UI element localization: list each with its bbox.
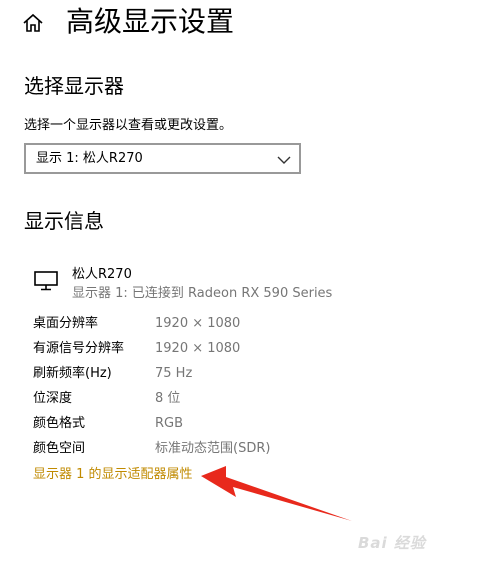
info-row-refresh-rate: 刷新频率(Hz) 75 Hz (33, 364, 453, 384)
info-label: 颜色空间 (33, 441, 86, 456)
display-select-value: 显示 1: 松人R270 (36, 151, 143, 166)
info-row-color-format: 颜色格式 RGB (33, 414, 453, 434)
info-value: RGB (155, 416, 184, 431)
page-title: 高级显示设置 (66, 5, 235, 38)
info-row-color-space: 颜色空间 标准动态范围(SDR) (33, 439, 453, 459)
display-info-heading: 显示信息 (24, 209, 104, 233)
watermark: Bai 经验 (358, 534, 426, 552)
info-label: 有源信号分辨率 (33, 341, 125, 356)
info-value: 标准动态范围(SDR) (155, 441, 271, 456)
info-label: 颜色格式 (33, 416, 86, 431)
info-row-active-signal-resolution: 有源信号分辨率 1920 × 1080 (33, 339, 453, 359)
info-value: 1920 × 1080 (155, 341, 241, 356)
info-value: 1920 × 1080 (155, 316, 241, 331)
monitor-connection: 显示器 1: 已连接到 Radeon RX 590 Series (72, 286, 333, 301)
info-value: 75 Hz (155, 366, 193, 381)
select-display-heading: 选择显示器 (24, 74, 124, 98)
info-label: 刷新频率(Hz) (33, 366, 112, 381)
info-label: 桌面分辨率 (33, 316, 99, 331)
display-select[interactable]: 显示 1: 松人R270 (24, 143, 301, 174)
select-display-description: 选择一个显示器以查看或更改设置。 (24, 118, 233, 133)
monitor-name: 松人R270 (72, 267, 132, 282)
display-adapter-properties-link[interactable]: 显示器 1 的显示适配器属性 (33, 465, 193, 485)
home-icon[interactable] (22, 12, 44, 34)
info-row-bit-depth: 位深度 8 位 (33, 389, 453, 409)
info-value: 8 位 (155, 391, 181, 406)
info-row-desktop-resolution: 桌面分辨率 1920 × 1080 (33, 314, 453, 334)
info-label: 位深度 (33, 391, 73, 406)
chevron-down-icon (277, 152, 291, 166)
monitor-icon (34, 271, 60, 291)
